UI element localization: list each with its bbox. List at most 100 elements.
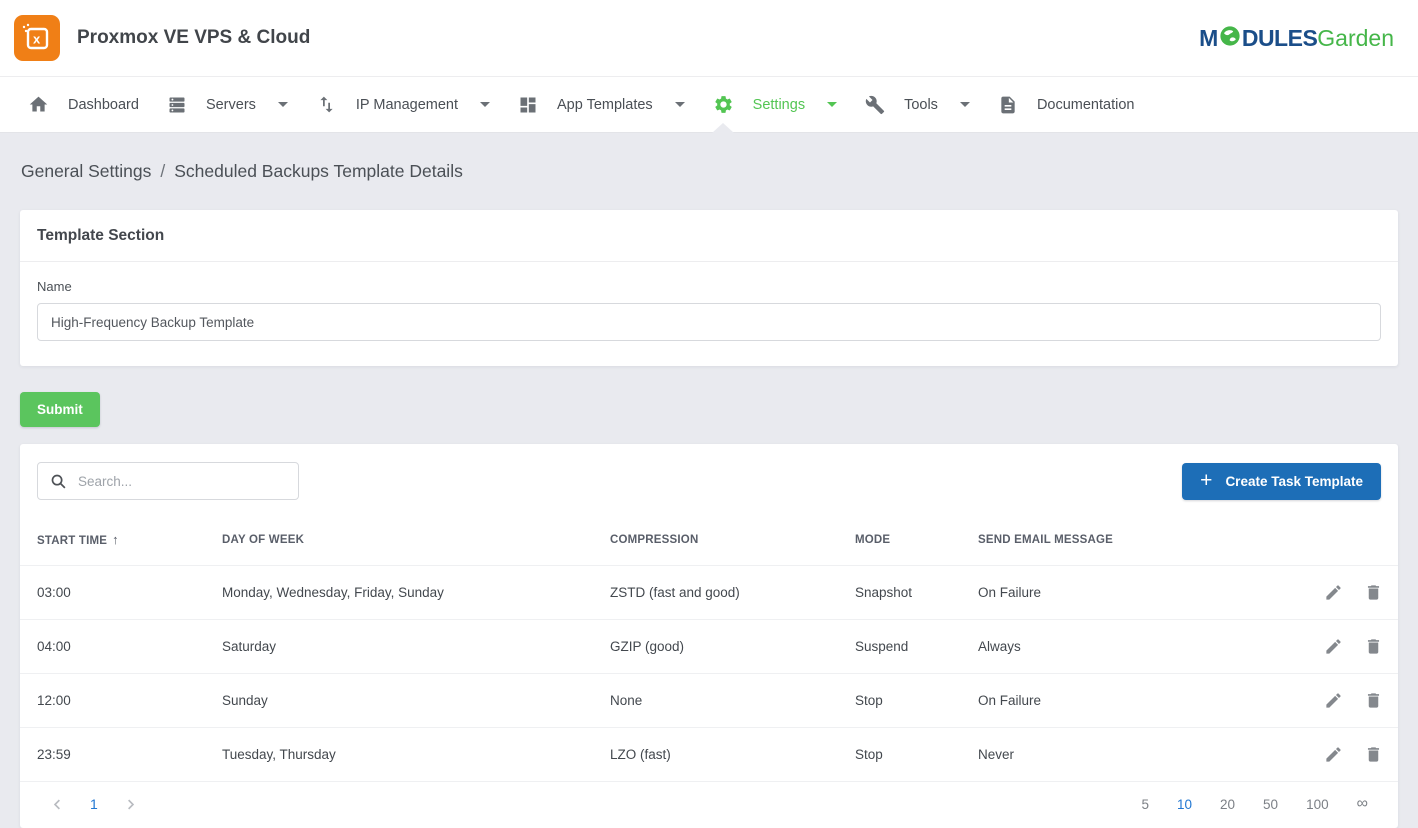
cell-day-of-week: Saturday xyxy=(222,620,610,674)
nav-label: IP Management xyxy=(356,97,458,113)
chevron-down-icon xyxy=(827,102,837,107)
chevron-down-icon xyxy=(278,102,288,107)
cell-start-time: 12:00 xyxy=(20,674,222,728)
nav-item-tools[interactable]: Tools xyxy=(851,77,984,133)
search-icon xyxy=(50,473,67,490)
chevron-down-icon xyxy=(675,102,685,107)
table-row: 03:00 Monday, Wednesday, Friday, Sunday … xyxy=(20,566,1398,620)
edit-icon[interactable] xyxy=(1324,637,1343,656)
cell-mode: Stop xyxy=(855,728,978,782)
import-export-icon xyxy=(316,94,337,115)
cell-day-of-week: Sunday xyxy=(222,674,610,728)
search-box[interactable] xyxy=(37,462,299,500)
globe-icon xyxy=(1219,25,1241,53)
modulesgarden-logo: M DULES Garden xyxy=(1199,24,1394,52)
search-input[interactable] xyxy=(78,474,286,489)
cell-send-email: Never xyxy=(978,728,1288,782)
wrench-icon xyxy=(865,95,885,115)
page-title: Proxmox VE VPS & Cloud xyxy=(77,27,310,49)
create-task-template-label: Create Task Template xyxy=(1225,474,1363,489)
cell-compression: ZSTD (fast and good) xyxy=(610,566,855,620)
nav-item-dashboard[interactable]: Dashboard xyxy=(14,77,153,133)
cell-day-of-week: Tuesday, Thursday xyxy=(222,728,610,782)
create-task-template-button[interactable]: + Create Task Template xyxy=(1182,463,1381,500)
nav-label: Documentation xyxy=(1037,97,1135,113)
edit-icon[interactable] xyxy=(1324,745,1343,764)
column-header-actions xyxy=(1288,518,1398,566)
chevron-down-icon xyxy=(480,102,490,107)
cell-start-time: 03:00 xyxy=(20,566,222,620)
cell-compression: GZIP (good) xyxy=(610,620,855,674)
submit-button[interactable]: Submit xyxy=(20,392,100,427)
cell-start-time: 23:59 xyxy=(20,728,222,782)
page-size-50[interactable]: 50 xyxy=(1263,797,1278,812)
cell-send-email: On Failure xyxy=(978,674,1288,728)
page-number-1[interactable]: 1 xyxy=(90,796,98,812)
breadcrumb-current: Scheduled Backups Template Details xyxy=(174,161,463,182)
main-nav: Dashboard Servers IP Management App Temp… xyxy=(0,77,1418,133)
cell-compression: None xyxy=(610,674,855,728)
delete-icon[interactable] xyxy=(1364,745,1383,764)
page-size-20[interactable]: 20 xyxy=(1220,797,1235,812)
cell-mode: Suspend xyxy=(855,620,978,674)
nav-label: Tools xyxy=(904,97,938,113)
breadcrumb: General Settings / Scheduled Backups Tem… xyxy=(0,133,1418,182)
nav-item-ip-management[interactable]: IP Management xyxy=(302,77,504,133)
nav-label: App Templates xyxy=(557,97,653,113)
brand-text-garden: Garden xyxy=(1317,25,1394,52)
column-header-start-time[interactable]: START TIME↑ xyxy=(20,518,222,566)
page-size-10[interactable]: 10 xyxy=(1177,797,1192,812)
table-row: 12:00 Sunday None Stop On Failure xyxy=(20,674,1398,728)
app-logo-icon[interactable]: x xyxy=(14,15,60,61)
column-header-send-email[interactable]: SEND EMAIL MESSAGE xyxy=(978,518,1288,566)
breadcrumb-separator: / xyxy=(160,161,165,182)
cell-mode: Snapshot xyxy=(855,566,978,620)
cell-send-email: Always xyxy=(978,620,1288,674)
servers-icon xyxy=(167,95,187,115)
column-header-mode[interactable]: MODE xyxy=(855,518,978,566)
breadcrumb-parent[interactable]: General Settings xyxy=(21,161,151,182)
sort-ascending-icon: ↑ xyxy=(112,532,119,547)
column-header-day-of-week[interactable]: DAY OF WEEK xyxy=(222,518,610,566)
nav-item-servers[interactable]: Servers xyxy=(153,77,302,133)
backup-tasks-card: + Create Task Template START TIME↑ DAY O… xyxy=(20,444,1398,828)
page-size-100[interactable]: 100 xyxy=(1306,797,1329,812)
backup-tasks-table: START TIME↑ DAY OF WEEK COMPRESSION MODE… xyxy=(20,518,1398,781)
nav-item-app-templates[interactable]: App Templates xyxy=(504,77,699,133)
template-section-title: Template Section xyxy=(20,210,1398,262)
template-section-card: Template Section Name xyxy=(20,210,1398,366)
table-header-row: START TIME↑ DAY OF WEEK COMPRESSION MODE… xyxy=(20,518,1398,566)
delete-icon[interactable] xyxy=(1364,583,1383,602)
pagination: 1 5 10 20 50 100 ∞ xyxy=(20,781,1398,828)
delete-icon[interactable] xyxy=(1364,637,1383,656)
template-name-input[interactable] xyxy=(37,303,1381,341)
brand-text-dules: DULES xyxy=(1242,25,1317,52)
edit-icon[interactable] xyxy=(1324,583,1343,602)
cell-mode: Stop xyxy=(855,674,978,728)
cell-compression: LZO (fast) xyxy=(610,728,855,782)
delete-icon[interactable] xyxy=(1364,691,1383,710)
nav-label: Dashboard xyxy=(68,97,139,113)
nav-label: Servers xyxy=(206,97,256,113)
app-templates-icon xyxy=(518,95,538,115)
brand-text-m: M xyxy=(1199,25,1218,52)
plus-icon: + xyxy=(1200,470,1212,491)
gear-icon xyxy=(713,94,734,115)
document-icon xyxy=(998,95,1018,115)
cell-send-email: On Failure xyxy=(978,566,1288,620)
edit-icon[interactable] xyxy=(1324,691,1343,710)
previous-page-icon[interactable] xyxy=(50,797,65,812)
nav-item-documentation[interactable]: Documentation xyxy=(984,77,1149,133)
chevron-down-icon xyxy=(960,102,970,107)
table-row: 23:59 Tuesday, Thursday LZO (fast) Stop … xyxy=(20,728,1398,782)
cell-day-of-week: Monday, Wednesday, Friday, Sunday xyxy=(222,566,610,620)
column-header-compression[interactable]: COMPRESSION xyxy=(610,518,855,566)
table-row: 04:00 Saturday GZIP (good) Suspend Alway… xyxy=(20,620,1398,674)
page-size-infinity[interactable]: ∞ xyxy=(1357,795,1368,813)
nav-label: Settings xyxy=(753,97,805,113)
page-size-5[interactable]: 5 xyxy=(1141,797,1149,812)
name-field-label: Name xyxy=(37,279,1381,294)
cell-start-time: 04:00 xyxy=(20,620,222,674)
next-page-icon[interactable] xyxy=(123,797,138,812)
active-nav-caret xyxy=(712,123,734,133)
